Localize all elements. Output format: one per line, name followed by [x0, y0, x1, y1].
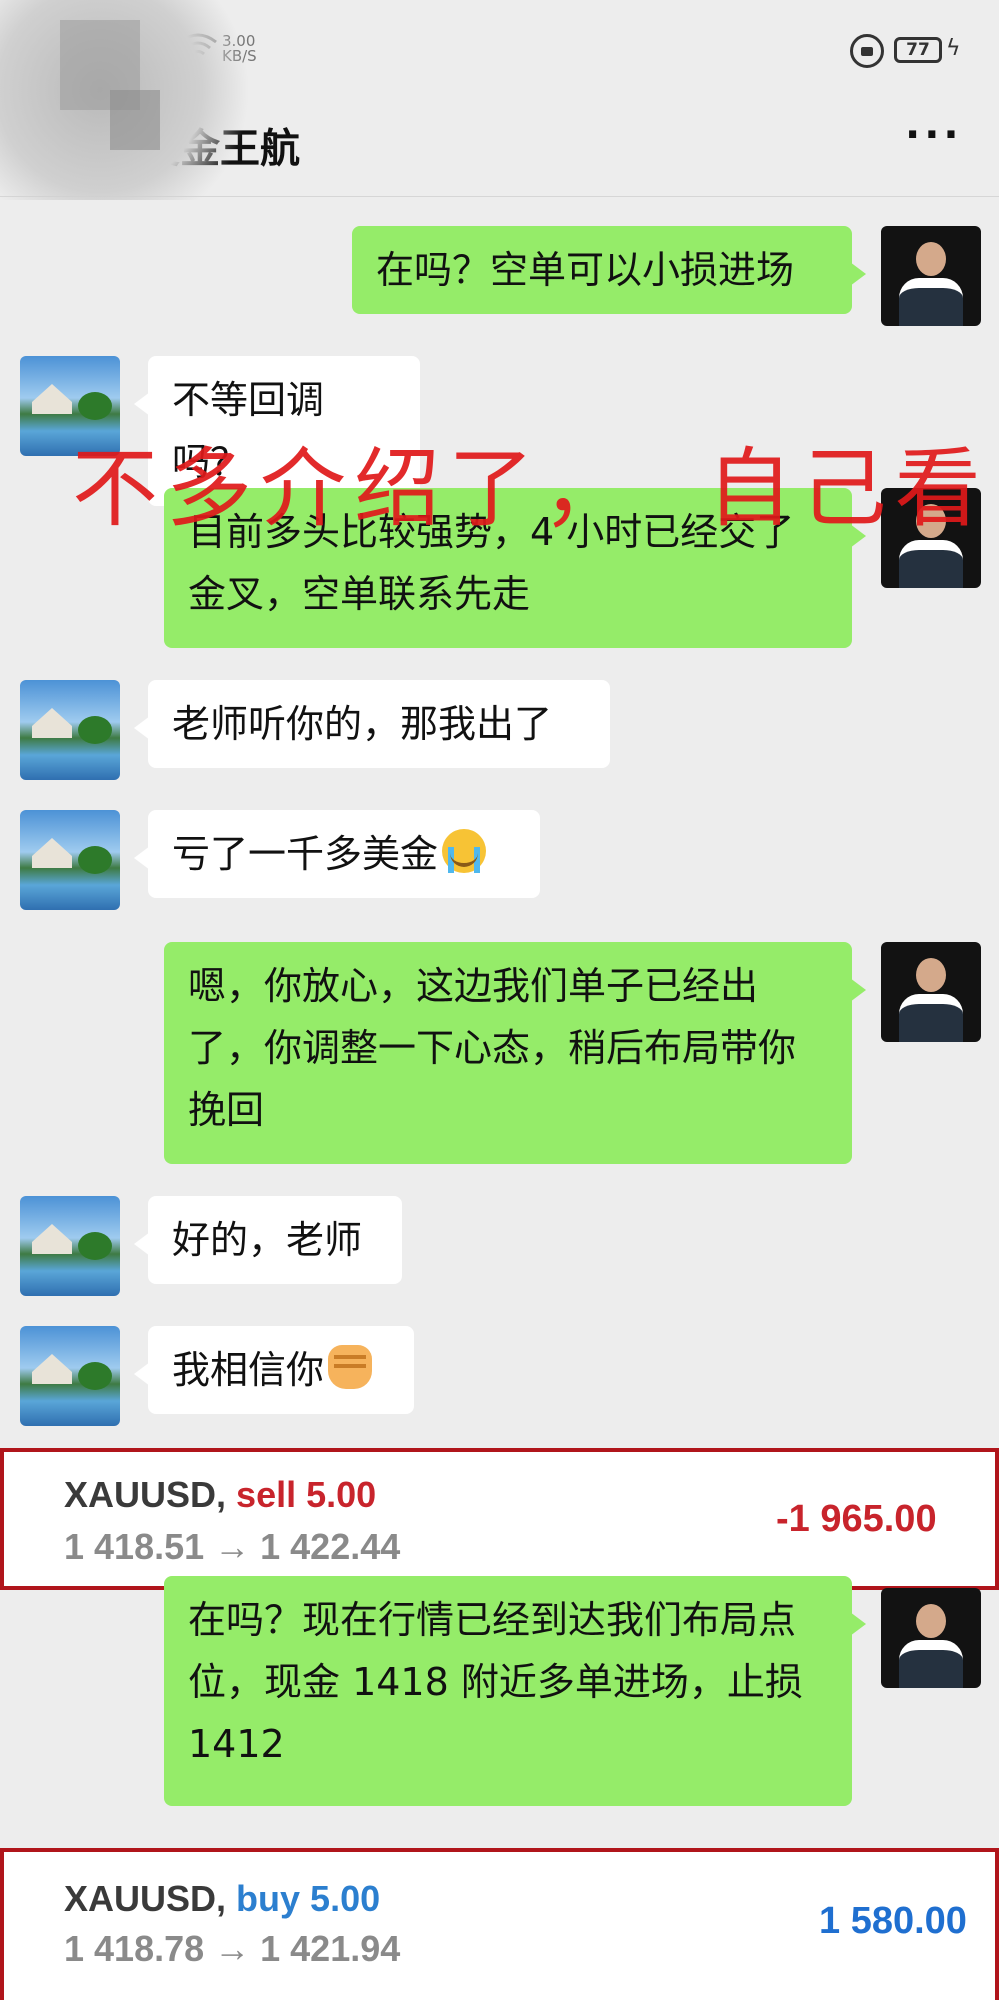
- message-bubble-in[interactable]: 我相信你: [134, 1326, 414, 1414]
- message-bubble-in[interactable]: 亏了一千多美金: [134, 810, 540, 898]
- rotation-lock-icon: [850, 34, 884, 68]
- message-text: 嗯，你放心，这边我们单子已经出了，你调整一下心态，稍后布局带你挽回: [188, 964, 797, 1132]
- trade-profit-loss: 1 580.00: [819, 1900, 967, 1942]
- message-text: 我相信你: [172, 1348, 325, 1392]
- message-text: 亏了一千多美金: [172, 832, 439, 876]
- crying-face-emoji: [442, 829, 487, 873]
- trade-profit-loss: -1 965.00: [776, 1498, 937, 1540]
- contact-avatar[interactable]: [20, 810, 120, 910]
- trade-prices: 1 418.78 → 1 421.94: [64, 1928, 401, 1969]
- contact-avatar[interactable]: [20, 1196, 120, 1296]
- charging-bolt-icon: ϟ: [946, 36, 961, 61]
- contact-avatar[interactable]: [20, 1326, 120, 1426]
- trade-symbol: XAUUSD,: [64, 1474, 227, 1515]
- battery-level: 77: [906, 40, 930, 60]
- message-bubble-out[interactable]: 嗯，你放心，这边我们单子已经出了，你调整一下心态，稍后布局带你挽回: [164, 942, 866, 1164]
- trade-card-sell: XAUUSD, sell 5.00 1 418.51 → 1 422.44 -1…: [0, 1448, 999, 1590]
- message-bubble-out[interactable]: 在吗？空单可以小损进场: [352, 226, 866, 314]
- trade-header: XAUUSD, buy 5.00: [64, 1878, 380, 1920]
- message-text: 老师听你的，那我出了: [172, 702, 553, 746]
- message-bubble-in[interactable]: 好的，老师: [134, 1196, 402, 1284]
- sender-avatar[interactable]: [881, 1588, 981, 1688]
- trade-card-buy: XAUUSD, buy 5.00 1 418.78 → 1 421.94 1 5…: [0, 1848, 999, 2000]
- trade-header: XAUUSD, sell 5.00: [64, 1474, 376, 1516]
- contact-avatar[interactable]: [20, 680, 120, 780]
- sender-avatar[interactable]: [881, 226, 981, 326]
- message-text: 好的，老师: [172, 1218, 363, 1262]
- trade-action: buy 5.00: [236, 1878, 381, 1919]
- message-bubble-out[interactable]: 在吗？现在行情已经到达我们布局点位，现金 1418 附近多单进场，止损 1412: [164, 1576, 866, 1806]
- trade-symbol: XAUUSD,: [64, 1878, 227, 1919]
- fist-emoji: [328, 1345, 373, 1389]
- trade-action: sell 5.00: [236, 1474, 377, 1515]
- message-text: 在吗？空单可以小损进场: [376, 248, 795, 292]
- watermark-text: 不多介绍了， 自己看: [72, 439, 989, 539]
- sender-avatar[interactable]: [881, 942, 981, 1042]
- trade-prices: 1 418.51 → 1 422.44: [64, 1526, 401, 1567]
- message-bubble-in[interactable]: 老师听你的，那我出了: [134, 680, 610, 768]
- message-text: 在吗？现在行情已经到达我们布局点位，现金 1418 附近多单进场，止损 1412: [188, 1598, 815, 1766]
- more-options-button[interactable]: ···: [905, 112, 963, 158]
- battery-icon: 77: [894, 37, 942, 63]
- blurred-region: [110, 90, 160, 150]
